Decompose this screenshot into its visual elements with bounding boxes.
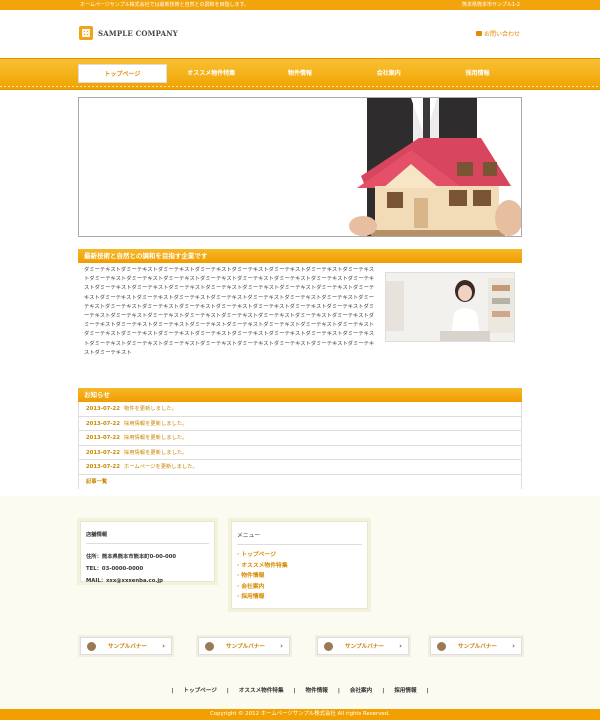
- footer-nav-separator: |: [226, 688, 229, 694]
- news-text: 物件を更新しました。: [123, 406, 177, 412]
- footer-nav-top[interactable]: トップページ: [183, 688, 216, 694]
- main-nav: トップページ オススメ物件特集 物件情報 会社案内 採用情報: [78, 64, 522, 83]
- about-section-title: 最新技術と自然との調和を目指す企業です: [78, 249, 522, 263]
- footer-menu-item-featured[interactable]: オススメ物件特集: [237, 561, 362, 572]
- banner-leaf-icon: [87, 641, 96, 651]
- house-model-image: [341, 98, 521, 236]
- about-body-text: ダミーテキストダミーテキストダミーテキストダミーテキストダミーテキストダミーテキ…: [84, 267, 375, 356]
- footer-nav-properties[interactable]: 物件情報: [306, 688, 328, 694]
- sample-banner[interactable]: サンプルバナー ›: [198, 637, 290, 655]
- news-section-title: お知らせ: [78, 388, 522, 402]
- news-item[interactable]: 2013-07-22 採用情報を更新しました。: [79, 446, 521, 461]
- news-date: 2013-07-22: [86, 406, 120, 412]
- banner-label: サンプルバナー: [458, 644, 497, 650]
- banner-leaf-icon: [437, 641, 446, 651]
- top-info-bar: ホームページサンプル株式会社では最新技術と自然との調和を目指します。 熊本県熊本…: [0, 0, 600, 10]
- company-name: SAMPLE COMPANY: [98, 28, 178, 38]
- news-date: 2013-07-22: [86, 420, 120, 427]
- banner-label: サンプルバナー: [226, 644, 265, 650]
- nav-item-featured[interactable]: オススメ物件特集: [167, 64, 256, 83]
- woman-at-desk-image: [386, 273, 514, 341]
- footer-menu-item-top[interactable]: トップページ: [237, 550, 362, 561]
- news-item[interactable]: 2013-07-22 採用情報を更新しました。: [79, 431, 521, 446]
- chevron-right-icon: ›: [512, 642, 515, 650]
- sample-banner[interactable]: サンプルバナー ›: [317, 637, 409, 655]
- chevron-right-icon: ›: [280, 642, 283, 650]
- footer-menu-title: メニュー: [237, 530, 362, 545]
- topbar-address: 熊本県熊本市サンプル1-2: [461, 2, 520, 8]
- contact-link[interactable]: お問い合わせ: [475, 29, 520, 38]
- sample-banner[interactable]: サンプルバナー ›: [80, 637, 172, 655]
- news-text: 採用情報を更新しました。: [123, 420, 188, 427]
- news-item[interactable]: 2013-07-22 採用情報を更新しました。: [79, 417, 521, 432]
- footer-menu-item-recruit[interactable]: 採用情報: [237, 592, 362, 603]
- topbar-tagline: ホームページサンプル株式会社では最新技術と自然との調和を目指します。: [80, 2, 250, 8]
- nav-item-properties[interactable]: 物件情報: [256, 64, 345, 83]
- news-date: 2013-07-22: [86, 464, 120, 471]
- nav-item-recruit[interactable]: 採用情報: [433, 64, 522, 83]
- banner-label: サンプルバナー: [108, 644, 147, 650]
- store-tel: TEL：03-0000-0000: [86, 566, 144, 572]
- news-text: ホームページを更新しました。: [123, 464, 198, 471]
- footer-nav: | トップページ | オススメ物件特集 | 物件情報 | 会社案内 | 採用情報…: [0, 686, 600, 694]
- company-logo[interactable]: SAMPLE COMPANY: [79, 26, 178, 40]
- store-address: 住所：熊本県熊本市熊本町0-00-000: [86, 554, 177, 560]
- copyright-bar: Copyright © 2012 ホームページサンプル株式会社 All righ…: [0, 709, 600, 720]
- footer-nav-separator: |: [382, 688, 385, 694]
- news-item[interactable]: 2013-07-22 物件を更新しました。: [79, 402, 521, 417]
- footer-nav-company[interactable]: 会社案内: [350, 688, 372, 694]
- footer-nav-recruit[interactable]: 採用情報: [394, 688, 416, 694]
- hero-image: [78, 97, 522, 237]
- footer-nav-separator: |: [293, 688, 296, 694]
- footer-nav-separator: |: [337, 688, 340, 694]
- news-list: 2013-07-22 物件を更新しました。 2013-07-22 採用情報を更新しま…: [78, 402, 522, 489]
- chevron-right-icon: ›: [399, 642, 402, 650]
- banner-label: サンプルバナー: [345, 644, 384, 650]
- store-info-title: 店舗情報: [86, 530, 209, 544]
- news-archive-link[interactable]: 記事一覧: [79, 475, 521, 489]
- chevron-right-icon: ›: [162, 642, 165, 650]
- news-date: 2013-07-22: [86, 435, 120, 442]
- banner-leaf-icon: [205, 641, 214, 651]
- news-date: 2013-07-22: [86, 449, 120, 456]
- mail-icon: [475, 31, 482, 36]
- news-item[interactable]: 2013-07-22 ホームページを更新しました。: [79, 460, 521, 475]
- footer-nav-separator: |: [426, 688, 429, 694]
- nav-item-company[interactable]: 会社案内: [344, 64, 433, 83]
- banner-leaf-icon: [324, 641, 333, 651]
- footer-menu-item-properties[interactable]: 物件情報: [237, 571, 362, 582]
- footer-nav-featured[interactable]: オススメ物件特集: [239, 688, 284, 694]
- store-mail: MAIL：xxx@xxxenba.co.jp: [86, 578, 163, 584]
- footer-menu-item-company[interactable]: 会社案内: [237, 582, 362, 593]
- footer-menu-box: メニュー トップページ オススメ物件特集 物件情報 会社案内 採用情報: [231, 521, 368, 609]
- footer-nav-separator: |: [171, 688, 174, 694]
- news-text: 採用情報を更新しました。: [123, 449, 188, 456]
- nav-item-top[interactable]: トップページ: [78, 64, 167, 83]
- logo-grid-icon: [79, 26, 93, 40]
- sample-banner[interactable]: サンプルバナー ›: [430, 637, 522, 655]
- office-woman-photo: [385, 272, 515, 342]
- contact-label: お問い合わせ: [483, 31, 520, 38]
- store-info-box: 店舗情報 住所：熊本県熊本市熊本町0-00-000 TEL：03-0000-00…: [80, 521, 215, 584]
- news-text: 採用情報を更新しました。: [123, 435, 188, 442]
